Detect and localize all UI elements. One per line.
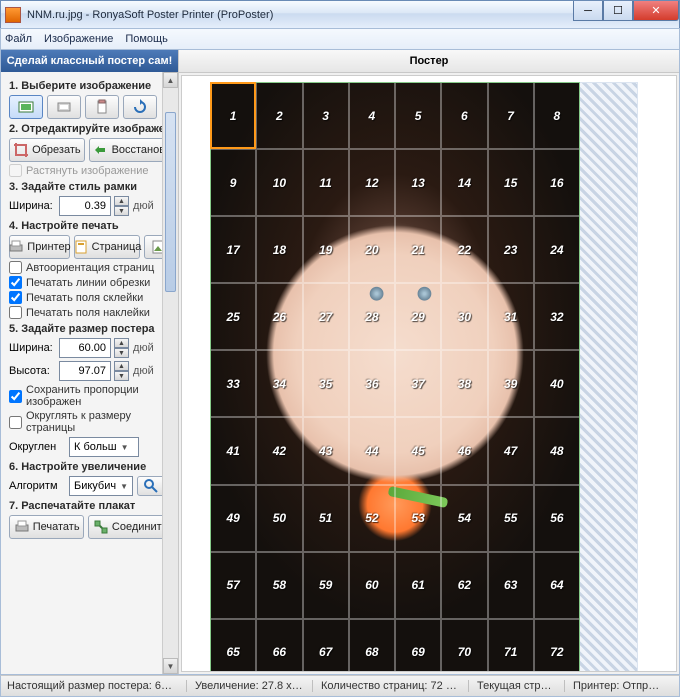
menubar: Файл Изображение Помощь bbox=[0, 28, 680, 50]
keep-aspect-checkbox[interactable] bbox=[9, 390, 22, 403]
poster-image bbox=[210, 82, 580, 672]
restore-button[interactable]: Восстанов. bbox=[89, 138, 172, 162]
status-current-page: Текущая стран… bbox=[477, 680, 565, 692]
algorithm-combo[interactable]: Бикубич▼ bbox=[69, 476, 133, 496]
stretch-checkbox bbox=[9, 164, 22, 177]
step-5-label: 5. Задайте размер постера bbox=[9, 323, 172, 335]
step-7-label: 7. Распечатайте плакат bbox=[9, 500, 172, 512]
step-1-label: 1. Выберите изображение bbox=[9, 80, 172, 92]
minimize-button[interactable]: ─ bbox=[573, 1, 603, 21]
maximize-button[interactable]: ☐ bbox=[603, 1, 633, 21]
scroll-up-icon[interactable]: ▲ bbox=[163, 72, 178, 88]
auto-orient-checkbox[interactable] bbox=[9, 261, 22, 274]
preview-header: Постер bbox=[179, 50, 679, 73]
poster-width-spinner[interactable]: ▲▼ bbox=[114, 338, 129, 358]
round-mode-combo[interactable]: К больш▼ bbox=[69, 437, 139, 457]
sidebar-scrollbar[interactable]: ▲ ▼ bbox=[162, 72, 178, 674]
step-2-label: 2. Отредактируйте изображен bbox=[9, 123, 172, 135]
print-overlap-checkbox[interactable] bbox=[9, 306, 22, 319]
app-icon bbox=[5, 7, 21, 23]
poster-width-input[interactable]: 60.00 bbox=[59, 338, 111, 358]
scan-button[interactable] bbox=[47, 95, 81, 119]
printer-button[interactable]: Принтер bbox=[9, 235, 70, 259]
frame-width-input[interactable]: 0.39 bbox=[59, 196, 111, 216]
excess-area-right bbox=[580, 82, 638, 672]
sidebar: Сделай классный постер сам! 1. Выберите … bbox=[1, 50, 179, 674]
print-crop-checkbox[interactable] bbox=[9, 276, 22, 289]
scroll-thumb[interactable] bbox=[165, 112, 176, 292]
close-button[interactable]: ✕ bbox=[633, 1, 679, 21]
poster-height-input[interactable]: 97.07 bbox=[59, 361, 111, 381]
stretch-check-row: Растянуть изображение bbox=[9, 164, 172, 177]
open-image-button[interactable] bbox=[9, 95, 43, 119]
poster-height-label: Высота: bbox=[9, 365, 55, 377]
status-page-count: Количество страниц: 72 - … bbox=[321, 680, 469, 692]
sidebar-header: Сделай классный постер сам! bbox=[1, 50, 178, 72]
step-3-label: 3. Задайте стиль рамки bbox=[9, 181, 172, 193]
window-titlebar: NNM.ru.jpg - RonyaSoft Poster Printer (P… bbox=[0, 0, 680, 28]
round-page-checkbox[interactable] bbox=[9, 416, 22, 429]
frame-width-label: Ширина: bbox=[9, 200, 55, 212]
print-button[interactable]: Печатать bbox=[9, 515, 84, 539]
clipboard-button[interactable] bbox=[85, 95, 119, 119]
menu-image[interactable]: Изображение bbox=[44, 33, 113, 45]
preview-pane: Постер 123456789101112131415161718192021… bbox=[179, 50, 679, 674]
status-bar: Настоящий размер постера: 60.00 x … Увел… bbox=[0, 675, 680, 697]
round-mode-label: Округлен bbox=[9, 441, 65, 453]
print-glue-checkbox[interactable] bbox=[9, 291, 22, 304]
menu-help[interactable]: Помощь bbox=[125, 33, 168, 45]
frame-width-spinner[interactable]: ▲▼ bbox=[114, 196, 129, 216]
join-button[interactable]: Соединить bbox=[88, 515, 172, 539]
poster-width-label: Ширина: bbox=[9, 342, 55, 354]
scroll-down-icon[interactable]: ▼ bbox=[163, 658, 178, 674]
page-setup-button[interactable]: Страница bbox=[74, 235, 140, 259]
crop-button[interactable]: Обрезать bbox=[9, 138, 85, 162]
step-6-label: 6. Настройте увеличение bbox=[9, 461, 172, 473]
preview-canvas[interactable]: 1234567891011121314151617181920212223242… bbox=[181, 75, 677, 672]
menu-file[interactable]: Файл bbox=[5, 33, 32, 45]
preview-zoom-button[interactable] bbox=[137, 476, 165, 496]
step-4-label: 4. Настройте печать bbox=[9, 220, 172, 232]
poster-height-spinner[interactable]: ▲▼ bbox=[114, 361, 129, 381]
status-printer: Принтер: Отправить в On… bbox=[573, 680, 673, 692]
algorithm-label: Алгоритм bbox=[9, 480, 65, 492]
rotate-button[interactable] bbox=[123, 95, 157, 119]
status-zoom: Увеличение: 27.8 x 27.8 bbox=[195, 680, 313, 692]
window-title: NNM.ru.jpg - RonyaSoft Poster Printer (P… bbox=[27, 9, 273, 21]
status-real-size: Настоящий размер постера: 60.00 x … bbox=[7, 680, 187, 692]
